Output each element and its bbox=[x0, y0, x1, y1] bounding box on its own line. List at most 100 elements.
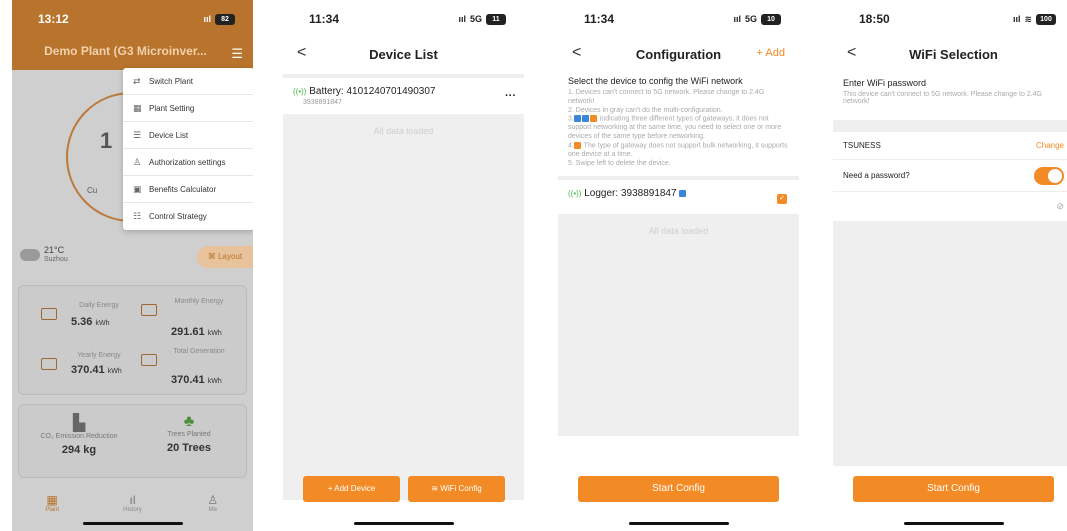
gauge-label: Cu bbox=[87, 186, 98, 195]
battery-icon: 10 bbox=[761, 13, 781, 25]
plant-title[interactable]: Demo Plant (G3 Microinver... bbox=[12, 38, 253, 58]
all-loaded-text: All data loaded bbox=[373, 126, 434, 136]
nav-bar: < Configuration + Add bbox=[558, 38, 799, 70]
menu-icon[interactable]: ☰ bbox=[231, 46, 243, 62]
logger-list-item[interactable]: ((•)) Logger: 3938891847 ✓ bbox=[558, 176, 799, 214]
list-icon: ☰ bbox=[133, 129, 142, 140]
back-chevron-icon[interactable]: < bbox=[297, 44, 306, 62]
gateway-type-c-icon bbox=[589, 115, 597, 123]
wireless-signal-icon: ((•)) bbox=[293, 87, 307, 96]
eco-benefits-card: ▙ CO₂ Emission Reduction 294 kg ♣ Trees … bbox=[18, 404, 247, 478]
status-bar: 18:50 ııl ≋ 100 bbox=[833, 0, 1067, 38]
eye-hidden-icon[interactable]: ⊘ bbox=[1056, 201, 1064, 212]
person-icon: ♙ bbox=[207, 493, 219, 507]
wifi-config-button[interactable]: ≋ WiFi Config bbox=[408, 476, 505, 502]
wireless-signal-icon: ((•)) bbox=[568, 189, 582, 199]
gateway-type-b-icon bbox=[581, 115, 589, 123]
logger-name: Logger: 3938891847 bbox=[584, 188, 677, 200]
device-serial: 3938891847 bbox=[303, 99, 342, 106]
configuration-screen: 11:34 ııl 5G 10 < Configuration + Add Se… bbox=[558, 0, 799, 531]
battery-icon: 11 bbox=[486, 13, 506, 25]
menu-item-control-strategy[interactable]: ☷ Control Strategy bbox=[123, 203, 253, 230]
start-config-button[interactable]: Start Config bbox=[578, 476, 779, 502]
all-loaded-text: All data loaded bbox=[648, 226, 709, 237]
wifi-status-icon: ≋ bbox=[1024, 13, 1032, 24]
change-ssid-link[interactable]: Change bbox=[1036, 141, 1064, 150]
need-password-label: Need a password? bbox=[843, 171, 910, 180]
tab-plant[interactable]: ▦ Plant bbox=[32, 493, 72, 531]
need-password-toggle[interactable] bbox=[1034, 166, 1064, 185]
wifi-heading: Enter WiFi password bbox=[843, 78, 927, 88]
device-list-screen: 11:34 ııl 5G 11 < Device List ((•)) Batt… bbox=[283, 0, 524, 531]
menu-item-authorization[interactable]: ♙ Authorization settings bbox=[123, 149, 253, 176]
bar-chart-icon bbox=[41, 358, 57, 370]
home-indicator bbox=[903, 522, 1004, 525]
status-bar: 13:12 ııl 82 bbox=[12, 0, 253, 38]
status-bar: 11:34 ııl 5G 10 bbox=[558, 0, 799, 38]
nav-bar: < WiFi Selection bbox=[833, 38, 1067, 70]
signal-icon: ııl bbox=[458, 14, 466, 24]
device-actions: + Add Device ≋ WiFi Config bbox=[303, 476, 505, 502]
menu-item-switch-plant[interactable]: ⇄ Switch Plant bbox=[123, 68, 253, 95]
factory-icon: ▙ bbox=[72, 415, 86, 432]
calendar-month-icon bbox=[141, 304, 157, 316]
config-notes: 1. Devices can't connect to 5G network. … bbox=[568, 89, 788, 167]
add-device-button[interactable]: + Add Device bbox=[303, 476, 400, 502]
start-config-button[interactable]: Start Config bbox=[853, 476, 1054, 502]
menu-item-plant-setting[interactable]: ▦ Plant Setting bbox=[123, 95, 253, 122]
device-name: Battery: 4101240701490307 bbox=[309, 86, 436, 97]
status-time: 18:50 bbox=[859, 12, 890, 26]
gateway-type-a-icon bbox=[573, 115, 581, 123]
layout-icon: ⌘ bbox=[207, 252, 216, 261]
page-title: Configuration bbox=[635, 46, 722, 62]
gauge-value: 1 bbox=[100, 128, 113, 153]
password-field[interactable]: ⊘ bbox=[833, 192, 1067, 222]
checkbox-checked-icon[interactable]: ✓ bbox=[777, 194, 787, 205]
back-chevron-icon[interactable]: < bbox=[847, 44, 856, 62]
config-heading: Select the device to config the WiFi net… bbox=[568, 76, 743, 86]
tab-history[interactable]: ıl History bbox=[112, 493, 152, 531]
menu-item-benefits-calculator[interactable]: ▣ Benefits Calculator bbox=[123, 176, 253, 203]
switch-icon: ⇄ bbox=[133, 75, 141, 86]
add-button[interactable]: + Add bbox=[757, 47, 785, 59]
calendar-day-icon bbox=[41, 308, 57, 320]
wifi-note: This device can't connect to 5G network.… bbox=[843, 91, 1043, 105]
status-time: 11:34 bbox=[584, 12, 615, 26]
ssid-row: TSUNESS Change bbox=[833, 132, 1067, 160]
nav-bar: < Device List bbox=[283, 38, 524, 70]
tab-me[interactable]: ♙ Me bbox=[193, 493, 233, 531]
page-title: WiFi Selection bbox=[909, 46, 998, 62]
list-footer-area: All data loaded bbox=[283, 114, 524, 500]
ssid-name: TSUNESS bbox=[843, 141, 881, 150]
wifi-icon: ≋ bbox=[431, 484, 439, 493]
battery-icon: 82 bbox=[215, 13, 235, 25]
menu-item-device-list[interactable]: ☰ Device List bbox=[123, 122, 253, 149]
signal-icon: ııl bbox=[203, 14, 211, 24]
battery-icon: 100 bbox=[1036, 13, 1056, 25]
temperature: 21°C bbox=[44, 245, 65, 255]
back-chevron-icon[interactable]: < bbox=[572, 44, 581, 62]
weather-widget: 21°C Suzhou bbox=[20, 245, 68, 264]
home-indicator bbox=[628, 522, 729, 525]
calculator-icon: ▣ bbox=[133, 183, 142, 194]
need-password-row: Need a password? bbox=[833, 160, 1067, 192]
city: Suzhou bbox=[44, 255, 68, 263]
gateway-single-icon bbox=[573, 141, 581, 149]
more-options-icon[interactable]: ··· bbox=[505, 90, 516, 102]
device-list-item[interactable]: ((•)) Battery: 4101240701490307 39388918… bbox=[283, 74, 524, 114]
network-type: 5G bbox=[469, 14, 482, 24]
signal-icon: ııl bbox=[1012, 14, 1021, 24]
wifi-form: TSUNESS Change Need a password? ⊘ bbox=[833, 120, 1067, 466]
strategy-icon: ☷ bbox=[133, 211, 142, 221]
plant-overview-screen: 13:12 ııl 82 Demo Plant (G3 Microinver..… bbox=[12, 0, 253, 531]
user-icon: ♙ bbox=[133, 156, 142, 167]
wifi-selection-screen: 18:50 ııl ≋ 100 < WiFi Selection Enter W… bbox=[833, 0, 1067, 531]
history-icon: ıl bbox=[129, 493, 136, 507]
cloud-icon bbox=[20, 248, 40, 261]
plant-menu-dropdown: ⇄ Switch Plant ▦ Plant Setting ☰ Device … bbox=[123, 68, 253, 230]
status-time: 11:34 bbox=[309, 12, 340, 26]
plant-header: 13:12 ııl 82 Demo Plant (G3 Microinver..… bbox=[12, 0, 253, 70]
home-indicator bbox=[82, 522, 183, 525]
layout-button[interactable]: ⌘ Layout bbox=[197, 246, 253, 268]
status-bar: 11:34 ııl 5G 11 bbox=[283, 0, 524, 38]
